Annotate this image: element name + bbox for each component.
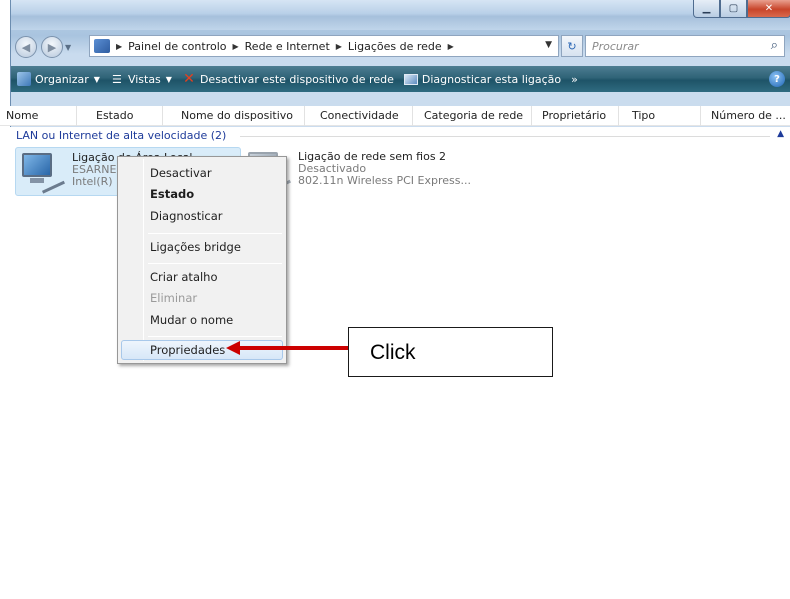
chevron-down-icon: ▼ (93, 74, 100, 84)
menu-gutter (143, 159, 144, 361)
column-header-owner[interactable]: Proprietário (542, 109, 606, 122)
menu-item-rename[interactable]: Mudar o nome (150, 313, 233, 327)
breadcrumb-network-connections[interactable]: Ligações de rede (348, 40, 442, 53)
window-controls: ▁ ▢ ✕ (693, 0, 790, 18)
views-button[interactable]: ☰ Vistas ▼ (110, 72, 172, 86)
organize-button[interactable]: Organizar ▼ (17, 72, 100, 86)
organize-label: Organizar (35, 72, 89, 86)
minimize-button[interactable]: ▁ (693, 0, 720, 18)
disable-x-icon: ✕ (183, 71, 195, 87)
pointer-arrow-shaft (238, 346, 348, 350)
maximize-button[interactable]: ▢ (720, 0, 747, 18)
column-divider[interactable] (531, 106, 532, 126)
column-header-type[interactable]: Tipo (632, 109, 655, 122)
column-header-device-name[interactable]: Nome do dispositivo (181, 109, 293, 122)
back-arrow-icon: ◀ (21, 40, 31, 54)
connection-device: 802.11n Wireless PCI Express... (298, 174, 471, 187)
search-input[interactable]: Procurar ⌕ (585, 35, 785, 57)
menu-separator (148, 336, 282, 337)
views-label: Vistas (127, 72, 161, 86)
diagnose-icon (403, 73, 418, 85)
refresh-button[interactable]: ↻ (561, 35, 583, 57)
menu-item-properties[interactable]: Propriedades (150, 343, 225, 357)
forward-button[interactable]: ▶ (41, 36, 63, 58)
menu-item-status[interactable]: Estado (150, 187, 194, 201)
more-chevron-icon: » (571, 72, 578, 86)
back-button[interactable]: ◀ (15, 36, 37, 58)
breadcrumb-control-panel[interactable]: Painel de controlo (128, 40, 226, 53)
forward-arrow-icon: ▶ (47, 40, 57, 54)
column-header-status[interactable]: Estado (96, 109, 133, 122)
diagnose-button[interactable]: Diagnosticar esta ligação (403, 72, 562, 86)
disable-device-button[interactable]: ✕ Desactivar este dispositivo de rede (182, 71, 394, 87)
search-placeholder: Procurar (592, 39, 639, 53)
breadcrumb-separator-icon[interactable]: ▶ (116, 42, 122, 51)
disable-device-label: Desactivar este dispositivo de rede (199, 72, 394, 86)
chevron-down-icon: ▼ (165, 74, 172, 84)
callout-text: Click (370, 341, 416, 364)
menu-separator (148, 233, 282, 234)
menu-item-delete: Eliminar (150, 291, 198, 305)
help-icon[interactable]: ? (769, 71, 785, 87)
diagnose-label: Diagnosticar esta ligação (421, 72, 562, 86)
organize-icon (17, 72, 31, 86)
menu-item-disable[interactable]: Desactivar (150, 166, 212, 180)
column-headers: Nome Estado Nome do dispositivo Conectiv… (0, 106, 790, 126)
menu-item-diagnose[interactable]: Diagnosticar (150, 209, 223, 223)
control-panel-icon (94, 39, 110, 53)
column-header-name[interactable]: Nome (6, 109, 38, 122)
column-header-network-category[interactable]: Categoria de rede (424, 109, 523, 122)
breadcrumb-separator-icon[interactable]: ▶ (448, 42, 454, 51)
search-icon[interactable]: ⌕ (771, 38, 778, 53)
group-divider (240, 136, 770, 137)
menu-separator (148, 263, 282, 264)
column-divider[interactable] (618, 106, 619, 126)
recent-pages-dropdown[interactable]: ▼ (65, 43, 75, 52)
close-button[interactable]: ✕ (747, 0, 790, 18)
title-bar: ▁ ▢ ✕ (11, 0, 790, 30)
breadcrumb-separator-icon[interactable]: ▶ (336, 42, 342, 51)
views-icon: ☰ (112, 72, 122, 86)
breadcrumb-separator-icon[interactable]: ▶ (233, 42, 239, 51)
more-commands-button[interactable]: » (571, 73, 578, 86)
context-menu: Desactivar Estado Diagnosticar Ligações … (117, 156, 287, 364)
refresh-icon: ↻ (567, 39, 577, 53)
command-toolbar: Organizar ▼ ☰ Vistas ▼ ✕ Desactivar este… (11, 66, 790, 92)
callout-box: Click (348, 327, 553, 377)
column-divider[interactable] (700, 106, 701, 126)
address-bar[interactable]: ▶ Painel de controlo ▶ Rede e Internet ▶… (89, 35, 559, 57)
column-header-number[interactable]: Número de ... (711, 109, 786, 122)
column-divider[interactable] (76, 106, 77, 126)
menu-item-bridge[interactable]: Ligações bridge (150, 240, 241, 254)
group-header-lan[interactable]: LAN ou Internet de alta velocidade (2) (16, 129, 226, 142)
column-divider[interactable] (412, 106, 413, 126)
menu-item-create-shortcut[interactable]: Criar atalho (150, 270, 218, 284)
breadcrumb-network-internet[interactable]: Rede e Internet (245, 40, 330, 53)
connection-item-text: Ligação de rede sem fios 2 Desactivado 8… (298, 151, 471, 187)
address-dropdown-icon[interactable]: ▼ (545, 40, 552, 50)
column-header-connectivity[interactable]: Conectividade (320, 109, 399, 122)
address-row: ◀ ▶ ▼ ▶ Painel de controlo ▶ Rede e Inte… (11, 30, 790, 64)
collapse-group-icon[interactable]: ▲ (777, 129, 784, 139)
column-divider[interactable] (304, 106, 305, 126)
column-divider[interactable] (162, 106, 163, 126)
wired-network-icon (20, 151, 66, 194)
